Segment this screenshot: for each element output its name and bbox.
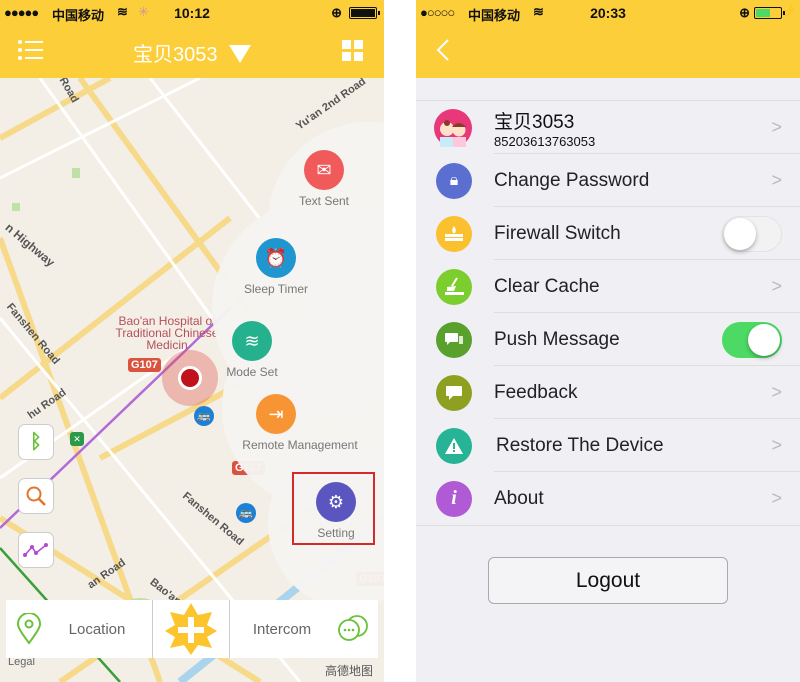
alarm-clock-icon: ⏰ (256, 238, 296, 278)
firewall-glyph (445, 225, 463, 241)
chat-icon (436, 321, 472, 358)
lock-icon: 🔒︎ (436, 162, 472, 199)
back-button[interactable] (436, 38, 450, 67)
track-icon (23, 543, 48, 557)
chat-bubbles-icon (338, 615, 368, 641)
battery-icon (349, 7, 380, 19)
rotation-lock-icon: ⊕ (739, 5, 750, 20)
chevron-right-icon: > (771, 435, 782, 455)
header: ●●●●● 中国移动 ≋ ✳ 10:12 ⊕ 宝贝3053 (0, 0, 384, 78)
about-label: About (494, 487, 544, 509)
mode-set-label: Mode Set (226, 365, 278, 379)
status-bar: ●●●●● 中国移动 ≋ ✳ 10:12 ⊕ (0, 0, 384, 26)
firewall-switch-row: Firewall Switch (416, 207, 800, 260)
logout-button[interactable]: Logout (488, 557, 728, 604)
firewall-toggle[interactable] (722, 215, 782, 252)
restore-device-label: Restore The Device (496, 434, 664, 456)
chat-glyph (445, 332, 463, 345)
feedback-row[interactable]: Feedback > (416, 366, 800, 419)
firewall-icon (436, 215, 472, 252)
feedback-icon (436, 374, 472, 411)
bluetooth-button[interactable]: ᛒ (18, 424, 54, 460)
push-message-toggle[interactable] (722, 321, 782, 358)
track-button[interactable] (18, 532, 54, 568)
feedback-glyph (446, 385, 462, 400)
clear-cache-label: Clear Cache (494, 275, 600, 297)
plus-badge-icon (165, 603, 217, 655)
envelope-icon: ✉ (304, 150, 344, 190)
text-sent-button[interactable]: ✉ Text Sent (264, 150, 384, 208)
map-provider-logo: 高德地图 (325, 664, 374, 678)
chevron-right-icon: > (771, 382, 782, 402)
profile-number: 85203613763053 (494, 134, 596, 149)
search-icon (26, 486, 46, 506)
metro-icon: ✕ (70, 432, 84, 446)
intercom-button[interactable]: Intercom (230, 600, 378, 658)
clear-cache-row[interactable]: Clear Cache > (416, 260, 800, 313)
sleep-timer-label: Sleep Timer (243, 282, 309, 296)
push-message-label: Push Message (494, 328, 620, 350)
location-button[interactable]: Location (6, 600, 153, 658)
chevron-right-icon: > (771, 276, 782, 296)
avatar (434, 108, 472, 147)
firewall-switch-label: Firewall Switch (494, 222, 621, 244)
grid-icon (342, 40, 363, 61)
device-selector[interactable]: 宝贝3053 (0, 38, 384, 67)
location-label: Location (68, 620, 126, 638)
chevron-right-icon: > (771, 488, 782, 508)
feedback-label: Feedback (494, 381, 578, 403)
battery-icon (754, 7, 785, 19)
bus-stop-icon: 🚌 (194, 406, 214, 426)
bus-stop-icon: 🚌 (236, 503, 256, 523)
triangle-down-icon (229, 45, 252, 63)
warning-glyph (445, 437, 463, 454)
header: ●○○○○ 中国移动 ≋ 20:33 ⊕ ⚡ (416, 0, 800, 78)
bottom-bar: Location Intercom (6, 600, 378, 658)
status-time: 10:12 (174, 5, 210, 21)
location-pin-icon (16, 613, 42, 645)
map-view[interactable]: Road Yu'an 2nd Road n Highway Fanshen Ro… (0, 75, 384, 682)
map-screen: Road Yu'an 2nd Road n Highway Fanshen Ro… (0, 0, 384, 682)
status-bar: ●○○○○ 中国移动 ≋ 20:33 ⊕ ⚡ (416, 0, 800, 26)
toggle-knob (724, 217, 756, 250)
add-button[interactable] (153, 600, 230, 658)
restore-device-row[interactable]: Restore The Device > (416, 419, 800, 472)
device-title: 宝贝3053 (132, 44, 218, 66)
chevron-right-icon: > (771, 117, 782, 137)
highway-shield: G107 (128, 358, 161, 372)
bluetooth-icon: ᛒ (30, 430, 42, 453)
mode-set-button[interactable]: ≋ Mode Set (192, 321, 312, 379)
profile-name: 宝贝3053 (494, 112, 575, 133)
intercom-label: Intercom (252, 620, 312, 638)
about-row[interactable]: i About > (416, 472, 800, 525)
sleep-timer-button[interactable]: ⏰ Sleep Timer (216, 238, 336, 296)
charging-icon: ⚡ (782, 5, 796, 17)
info-icon: i (436, 480, 472, 517)
broom-icon (436, 268, 472, 305)
profile-row[interactable]: 宝贝3053 85203613763053 > (416, 101, 800, 154)
chevron-left-icon (436, 39, 449, 61)
grid-button[interactable] (342, 40, 364, 67)
broom-glyph (445, 276, 464, 295)
settings-screen: ●○○○○ 中国移动 ≋ 20:33 ⊕ ⚡ 宝贝3053 8520361376… (416, 0, 800, 682)
profile-info: 宝贝3053 85203613763053 (494, 107, 595, 149)
rotation-lock-icon: ⊕ (331, 5, 342, 20)
text-sent-label: Text Sent (298, 194, 350, 208)
warning-icon (436, 427, 472, 464)
wind-icon: ≋ (232, 321, 272, 361)
phone-transfer-icon: ⇥ (256, 394, 296, 434)
setting-highlight-box (292, 472, 375, 545)
remote-management-label: Remote Management (242, 438, 358, 452)
search-button[interactable] (18, 478, 54, 514)
remote-management-button[interactable]: ⇥ Remote Management (216, 394, 358, 452)
toggle-knob (748, 323, 780, 356)
chevron-right-icon: > (771, 170, 782, 190)
change-password-label: Change Password (494, 169, 650, 191)
change-password-row[interactable]: 🔒︎ Change Password > (416, 154, 800, 207)
avatar-kids-icon (440, 119, 466, 147)
push-message-row: Push Message (416, 313, 800, 366)
settings-list: 宝贝3053 85203613763053 > 🔒︎ Change Passwo… (416, 100, 800, 526)
